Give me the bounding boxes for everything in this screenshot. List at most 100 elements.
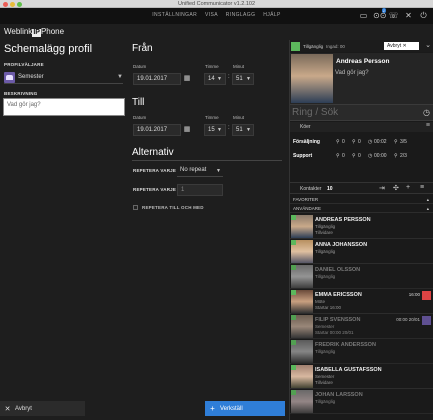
- queues-header: Köer ≡: [290, 122, 433, 132]
- calendar-icon[interactable]: ▦: [183, 126, 191, 134]
- save-button[interactable]: + Verkställ: [205, 401, 285, 416]
- contact-item[interactable]: ANDREAS PERSSON Tillgänglig Tillvidare: [290, 214, 433, 239]
- from-hour-select[interactable]: 14: [204, 73, 226, 85]
- contact-item[interactable]: DANIEL OLSSON Tillgänglig: [290, 264, 433, 289]
- chevron-down-icon: ▼: [246, 127, 251, 133]
- description-input[interactable]: Vad gör jag?: [3, 98, 125, 116]
- add-contact-icon[interactable]: +: [406, 184, 410, 191]
- cancel-button[interactable]: ✕ Avbryt: [0, 401, 85, 416]
- from-date-input[interactable]: 19.01.2017: [133, 73, 181, 85]
- cancel-button-label: Avbryt: [15, 405, 32, 412]
- queue-row[interactable]: Försäljning ⚲ 0 ⚲ 0 ◷ 00:02 ⚲ 3/5: [290, 136, 433, 150]
- to-minute-label: Minut: [233, 115, 245, 120]
- status-indicator: [291, 41, 300, 51]
- status-indicator: [291, 290, 296, 295]
- queues-title: Köer: [300, 124, 311, 130]
- status-indicator: [291, 315, 296, 320]
- person-icon: ⚲: [394, 139, 398, 145]
- close-icon[interactable]: ✕: [403, 11, 414, 21]
- collapse-icon[interactable]: ⇥: [379, 184, 385, 192]
- from-minute-label: Minut: [233, 64, 245, 69]
- group-favorites[interactable]: FAVORITER ▴: [290, 196, 433, 204]
- contact-item[interactable]: EMMA ERICSSON Möte Startar 16:00 16:00: [290, 289, 433, 314]
- profile-selector[interactable]: Semester ▼: [4, 71, 123, 84]
- status-indicator: [291, 365, 296, 370]
- contacts-toolbar: Kontakter 10 ⇥ ✣ + ≡: [290, 182, 433, 194]
- person-icon: ⚲: [336, 139, 340, 145]
- status-subtext: Ingad: 00: [326, 43, 345, 49]
- group-users[interactable]: ANVÄNDARE ▴: [290, 205, 433, 213]
- contact-item[interactable]: FREDRIK ANDERSSON Tillgänglig: [290, 339, 433, 364]
- history-icon[interactable]: ◷: [423, 108, 430, 117]
- menu-view[interactable]: VISA: [205, 12, 218, 18]
- right-panel: Tillgänglig Ingad: 00 Avbryt ✕ ⌄ Andreas…: [289, 40, 433, 420]
- person-icon: ⚲: [394, 153, 398, 159]
- chevron-down-icon: ▼: [216, 168, 221, 174]
- to-hour-select[interactable]: 15: [204, 124, 226, 136]
- menu-icon[interactable]: ≡: [426, 122, 430, 129]
- to-date-input[interactable]: 19.01.2017: [133, 124, 181, 136]
- repeat-until-label: REPETERA TILL OCH MED: [142, 205, 204, 210]
- voicemail-badge: 1: [381, 8, 386, 13]
- my-status-note[interactable]: Vad gör jag?: [332, 70, 369, 76]
- menu-call[interactable]: RINGLAGG: [226, 12, 256, 18]
- contact-item[interactable]: JOHAN LARSSON Tillgänglig: [290, 389, 433, 414]
- menu-bar: INSTÄLLNINGAR VISA RINGLAGG HJÄLP ▭ ⊙⊙ 1 …: [0, 8, 433, 24]
- status-cancel-button[interactable]: Avbryt ✕: [384, 42, 419, 50]
- time-separator: :: [228, 74, 230, 80]
- repeat-interval-input[interactable]: 1: [177, 184, 223, 196]
- plus-icon: +: [210, 404, 215, 413]
- time-separator: :: [228, 125, 230, 131]
- app-logo: WeblinkIPPhone: [4, 27, 65, 37]
- contacts-count: 10: [327, 186, 333, 192]
- call-search-input[interactable]: Ring / Sök ◷: [290, 104, 433, 121]
- menu-help[interactable]: HJÄLP: [263, 12, 281, 18]
- status-bar: Tillgänglig Ingad: 00 Avbryt ✕ ⌄: [290, 40, 433, 52]
- status-indicator: [291, 340, 296, 345]
- contacts-title: Kontakter: [300, 186, 322, 192]
- chevron-up-icon: ▴: [426, 197, 429, 202]
- menu-settings[interactable]: INSTÄLLNINGAR: [152, 12, 197, 18]
- divider: [132, 160, 282, 161]
- contact-item[interactable]: ANNA JOHANSSON Tillgänglig: [290, 239, 433, 264]
- search-placeholder: Ring / Sök: [292, 107, 339, 118]
- close-icon: ✕: [402, 43, 407, 49]
- voicemail-icon[interactable]: ⊙⊙ 1: [373, 8, 386, 21]
- alternatives-title: Alternativ: [132, 147, 174, 158]
- close-icon: ✕: [4, 405, 11, 413]
- queue-row[interactable]: Support ⚲ 0 ⚲ 0 ◷ 00:00 ⚲ 2/3: [290, 150, 433, 164]
- chevron-up-icon: ▴: [426, 206, 429, 211]
- calendar-time: 00:00 20/01: [396, 317, 420, 322]
- clock-icon: ◷: [368, 139, 373, 145]
- call-history-icon[interactable]: ☏: [388, 11, 399, 21]
- calendar-time: 16:00: [408, 292, 420, 297]
- person-icon: ⚲: [352, 139, 356, 145]
- profile-selector-label: PROFILVÄLJARE: [4, 62, 44, 67]
- status-indicator: [291, 390, 296, 395]
- clock-icon: ◷: [368, 153, 373, 159]
- window-title: Unified Communicator v1.2.102: [177, 0, 256, 7]
- repeat-until-checkbox[interactable]: [133, 205, 138, 210]
- from-hour-label: Timme: [205, 64, 219, 69]
- contact-item[interactable]: ISABELLA GUSTAFSSON Semester Tillvidare: [290, 364, 433, 389]
- to-title: Till: [132, 97, 145, 108]
- repeat-interval-label: REPETERA VARJE: [133, 187, 177, 192]
- chevron-down-icon: ▼: [246, 76, 251, 82]
- description-label: BESKRIVNING: [4, 91, 38, 96]
- to-date-label: Datum: [133, 115, 147, 120]
- power-icon[interactable]: ⏻: [418, 11, 429, 21]
- calendar-icon[interactable]: ▦: [183, 75, 191, 83]
- page-title: Schemalägg profil: [4, 43, 93, 55]
- repeat-label: REPETERA VARJE: [133, 168, 177, 173]
- person-icon: ⚲: [352, 153, 356, 159]
- filter-icon[interactable]: ✣: [393, 184, 399, 192]
- window-titlebar: Unified Communicator v1.2.102: [0, 0, 433, 8]
- contact-item[interactable]: FILIP SVENSSON Semester Startar 00:00 20…: [290, 314, 433, 339]
- chevron-down-icon[interactable]: ⌄: [425, 41, 431, 49]
- chat-icon[interactable]: ▭: [358, 11, 369, 21]
- from-title: Från: [132, 43, 153, 54]
- chevron-down-icon: ▼: [217, 76, 222, 82]
- my-profile-card: Andreas Persson Vad gör jag?: [290, 53, 433, 104]
- menu-icon[interactable]: ≡: [420, 184, 424, 191]
- save-button-label: Verkställ: [220, 405, 243, 412]
